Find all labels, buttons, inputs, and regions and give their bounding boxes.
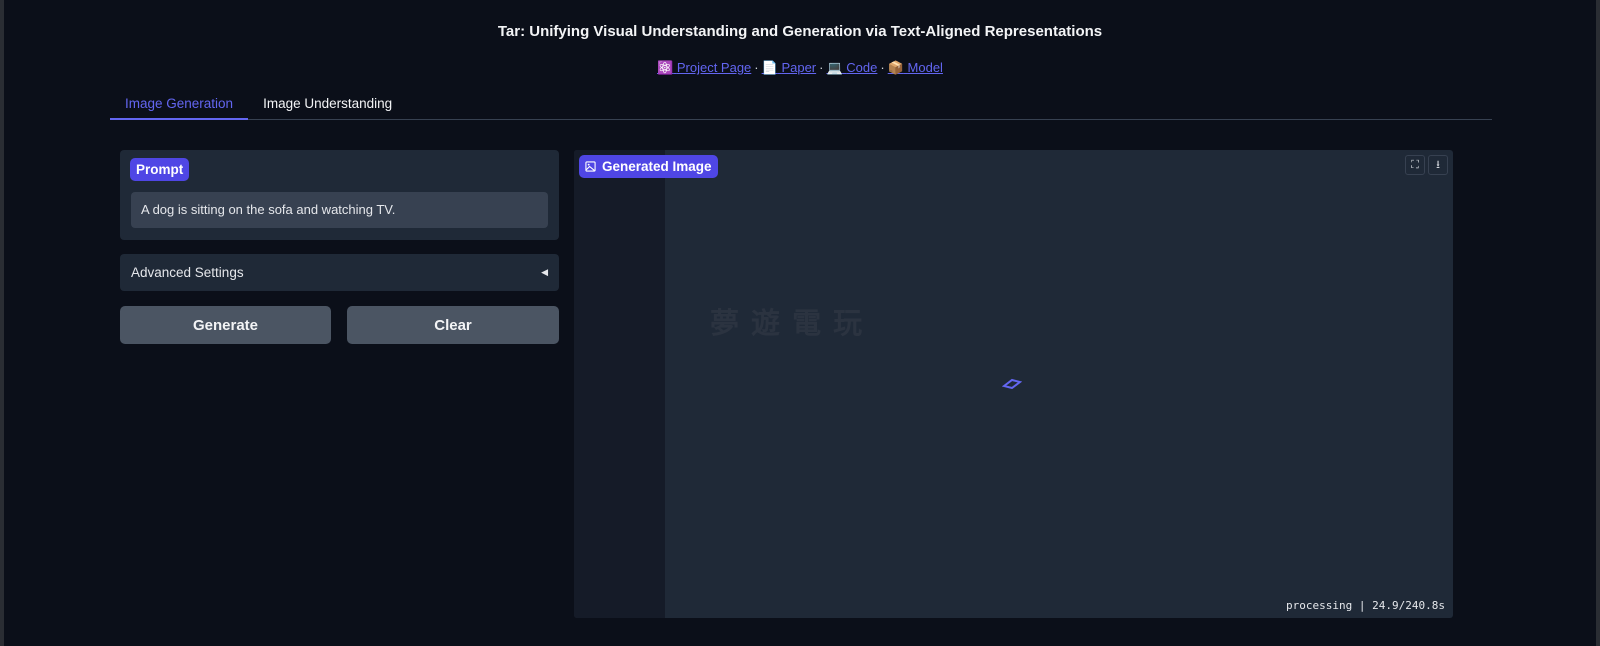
separator: · (880, 60, 885, 75)
tab-image-generation[interactable]: Image Generation (110, 92, 249, 120)
tab-image-understanding[interactable]: Image Understanding (248, 92, 407, 120)
generate-button[interactable]: Generate (120, 306, 331, 344)
processing-status: processing | 24.9/240.8s (1286, 599, 1445, 612)
watermark: 夢 遊 電 玩 (710, 308, 865, 340)
document-icon: 📄 (761, 60, 778, 75)
prompt-input[interactable]: A dog is sitting on the sofa and watchin… (131, 192, 548, 228)
caret-left-icon: ◀ (541, 267, 548, 277)
header-links: ⚛️ Project Page · 📄 Paper · 💻 Code · 📦 Model (0, 60, 1600, 76)
package-icon: 📦 (887, 60, 904, 75)
atom-icon: ⚛️ (657, 60, 674, 75)
link-label: Code (846, 60, 878, 75)
advanced-settings-accordion[interactable]: Advanced Settings ◀ (120, 254, 559, 291)
window-edge-left (0, 0, 4, 646)
code-link[interactable]: 💻 Code (826, 60, 877, 75)
download-icon[interactable]: ⭳ (1428, 155, 1448, 175)
model-link[interactable]: 📦 Model (888, 60, 943, 75)
progress-fill (574, 150, 665, 618)
generated-image-label: Generated Image (579, 155, 718, 178)
prompt-block: Prompt A dog is sitting on the sofa and … (120, 150, 559, 240)
link-label: Paper (781, 60, 817, 75)
clear-button[interactable]: Clear (347, 306, 559, 344)
project-page-link[interactable]: ⚛️ Project Page (657, 60, 751, 75)
tab-bar: Image Generation Image Understanding (110, 92, 1492, 120)
laptop-icon: 💻 (826, 60, 843, 75)
generated-image-label-text: Generated Image (602, 159, 712, 174)
window-edge-right (1596, 0, 1600, 646)
link-label: Model (907, 60, 943, 75)
advanced-settings-label: Advanced Settings (131, 265, 244, 280)
fullscreen-icon[interactable]: ⛶ (1405, 155, 1425, 175)
paper-link[interactable]: 📄 Paper (762, 60, 817, 75)
image-icon (585, 161, 596, 172)
generated-image-panel: Generated Image ⛶ ⭳ 夢 遊 電 玩 processing |… (574, 150, 1453, 618)
loading-spinner-icon (1001, 376, 1023, 394)
separator: · (819, 60, 824, 75)
link-label: Project Page (676, 60, 752, 75)
page-title: Tar: Unifying Visual Understanding and G… (497, 23, 1103, 40)
prompt-label: Prompt (130, 158, 190, 181)
separator: · (754, 60, 759, 75)
